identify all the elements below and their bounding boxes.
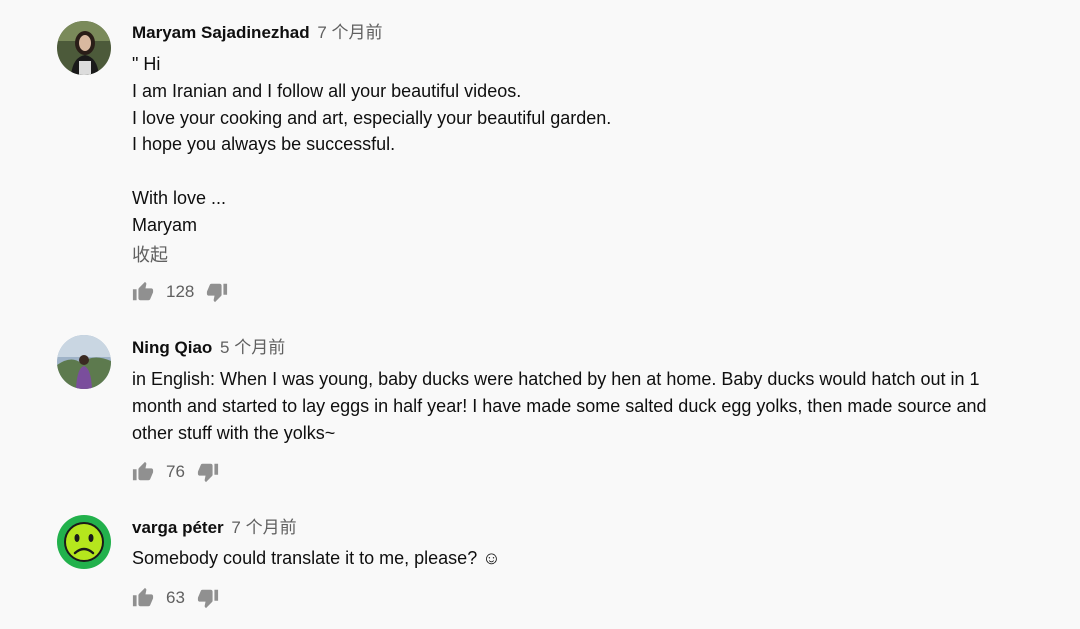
comment-line: I love your cooking and art, especially …	[132, 107, 612, 128]
comment-actions: 76	[132, 460, 219, 484]
comment-line: Maryam	[132, 214, 198, 235]
comment-thread-3: varga péter 7 个月前 Somebody could transla…	[0, 500, 1080, 629]
author-name[interactable]: Maryam Sajadinezhad	[132, 23, 310, 42]
comments-section: Maryam Sajadinezhad 7 个月前 " Hi I am Iran…	[0, 0, 1080, 629]
thumb-down-icon[interactable]	[197, 587, 219, 609]
sad-face-avatar	[57, 515, 111, 569]
comment-line: in English: When I was young, baby ducks…	[132, 369, 987, 443]
avatar[interactable]	[57, 515, 111, 569]
woman-portrait-avatar	[57, 21, 111, 75]
author-name[interactable]: varga péter	[132, 518, 224, 537]
person-outdoor-avatar	[57, 335, 111, 389]
author-name[interactable]: Ning Qiao	[132, 338, 212, 357]
thumb-down-icon[interactable]	[197, 461, 219, 483]
thumb-up-icon[interactable]	[132, 281, 154, 303]
avatar[interactable]	[57, 21, 111, 75]
comment-line: I am Iranian and I follow all your beaut…	[132, 80, 522, 101]
like-count: 76	[166, 462, 185, 481]
comment-time[interactable]: 7 个月前	[231, 518, 296, 537]
like-count: 128	[166, 282, 195, 301]
comment-line: Somebody could translate it to me, pleas…	[132, 548, 501, 568]
comment-time[interactable]: 5 个月前	[220, 338, 285, 357]
comment-line	[132, 158, 1032, 185]
collapse-button[interactable]: 收起	[132, 243, 168, 267]
thumb-up-icon[interactable]	[132, 461, 154, 483]
comment-thread-2: Ning Qiao 5 个月前 in English: When I was y…	[0, 320, 1080, 500]
comment-header: Ning Qiao 5 个月前	[132, 337, 285, 359]
comment-actions: 63	[132, 586, 219, 610]
comment-time[interactable]: 7 个月前	[317, 23, 382, 42]
comment-line: I hope you always be successful.	[132, 134, 396, 155]
comment-line: With love ...	[132, 187, 227, 208]
comment-text: Somebody could translate it to me, pleas…	[132, 545, 1032, 572]
comment-text: in English: When I was young, baby ducks…	[132, 366, 1032, 446]
like-count: 63	[166, 588, 185, 607]
comment-text: " Hi I am Iranian and I follow all your …	[132, 51, 1032, 239]
thumb-up-icon[interactable]	[132, 587, 154, 609]
comment-header: Maryam Sajadinezhad 7 个月前	[132, 22, 383, 44]
thumb-down-icon[interactable]	[206, 281, 228, 303]
avatar[interactable]	[57, 335, 111, 389]
comment-line: " Hi	[132, 54, 161, 74]
comment-actions: 128	[132, 280, 228, 304]
comment-thread-1: Maryam Sajadinezhad 7 个月前 " Hi I am Iran…	[0, 0, 1080, 320]
comment-header: varga péter 7 个月前	[132, 517, 297, 539]
